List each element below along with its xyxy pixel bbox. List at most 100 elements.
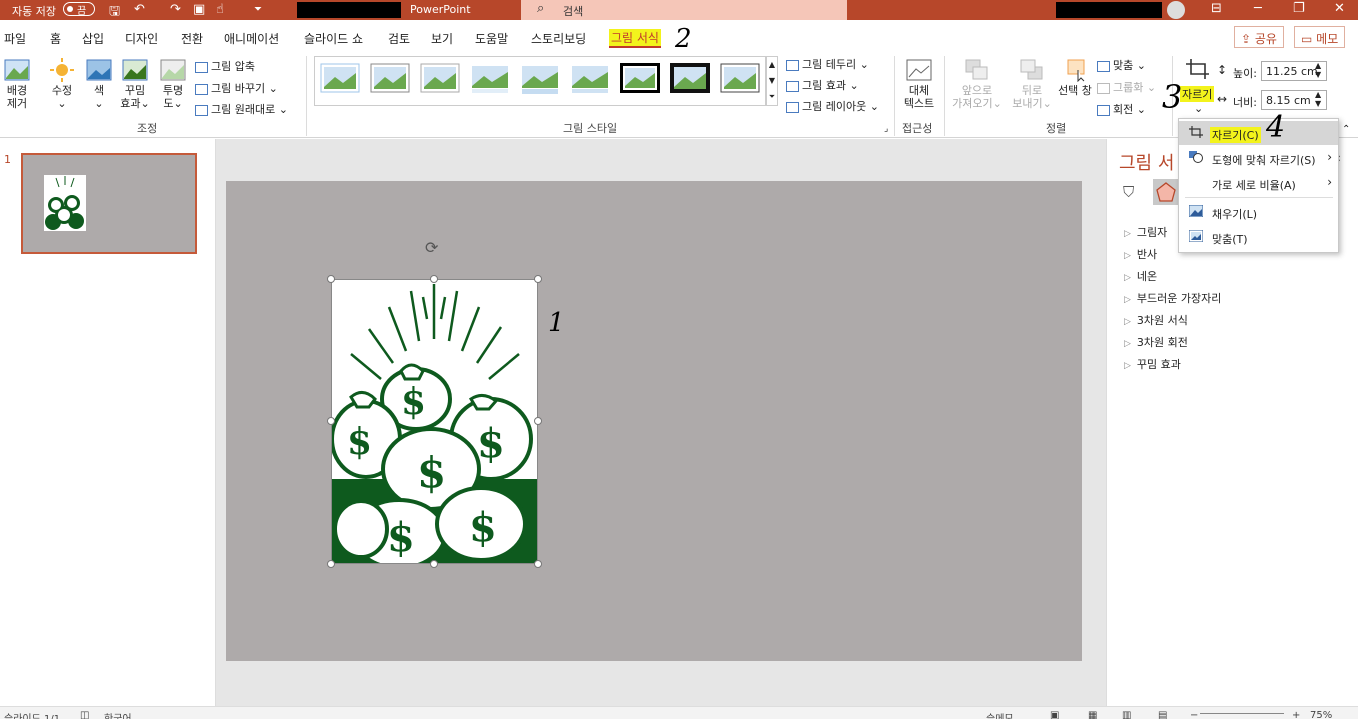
touch-mode-icon[interactable]: ☝: [216, 2, 224, 17]
accessibility-check-icon[interactable]: ◫: [80, 710, 89, 719]
rotate-button[interactable]: 회전 ⌄: [1097, 101, 1146, 117]
style-thumb-5[interactable]: [518, 60, 562, 96]
tab-view[interactable]: 보기: [431, 30, 453, 47]
menu-item-aspect-ratio[interactable]: 가로 세로 비율(A) ›: [1179, 171, 1338, 195]
menu-item-crop-to-shape[interactable]: 도형에 맞춰 자르기(S) ›: [1179, 146, 1338, 170]
format-item-artistic-effects[interactable]: ▷ 꾸밈 효과: [1124, 356, 1181, 372]
format-item-reflection[interactable]: ▷ 반사: [1124, 246, 1157, 262]
tab-animations[interactable]: 애니메이션: [224, 30, 279, 47]
width-spinner[interactable]: ▲ ▼: [1315, 90, 1321, 108]
format-item-3d-rotation[interactable]: ▷ 3차원 회전: [1124, 334, 1188, 350]
effects-tab[interactable]: [1153, 179, 1179, 205]
slideshow-view-icon[interactable]: ▤: [1158, 710, 1167, 719]
tab-transitions[interactable]: 전환: [181, 30, 203, 47]
tab-home[interactable]: 홈: [50, 30, 61, 47]
minimize-icon[interactable]: ─: [1254, 1, 1262, 16]
tab-help[interactable]: 도움말: [475, 30, 508, 47]
presentation-icon[interactable]: ▣: [193, 2, 205, 17]
ribbon-display-icon[interactable]: ⊟: [1211, 1, 1222, 16]
tab-file[interactable]: 파일: [4, 30, 26, 47]
money-bags-picture[interactable]: $ $ $ $ $ $: [331, 279, 538, 564]
style-thumb-9[interactable]: [718, 60, 762, 96]
normal-view-icon[interactable]: ▣: [1050, 710, 1059, 719]
language-label[interactable]: 한국어: [104, 710, 132, 719]
memo-button[interactable]: ▭ 메모: [1294, 26, 1346, 48]
artistic-effects-button[interactable]: 꾸밈 효과⌄: [118, 58, 152, 110]
alt-text-button[interactable]: 대체 텍스트: [900, 58, 938, 110]
resize-handle[interactable]: [534, 275, 542, 283]
customize-qa-icon[interactable]: ⏷: [254, 4, 262, 15]
restore-icon[interactable]: ❐: [1293, 1, 1305, 16]
style-thumb-8[interactable]: [668, 60, 712, 96]
remove-background-button[interactable]: 배경 제거: [2, 58, 32, 110]
reading-view-icon[interactable]: ▥: [1122, 710, 1131, 719]
zoom-out-button[interactable]: −: [1190, 710, 1198, 719]
menu-item-crop[interactable]: 자르기(C): [1179, 121, 1338, 145]
format-item-soft-edges[interactable]: ▷ 부드러운 가장자리: [1124, 290, 1221, 306]
menu-item-fill[interactable]: 채우기(L): [1179, 200, 1338, 224]
gallery-scroll[interactable]: ▲ ▼ ⏷: [766, 56, 778, 106]
sun-icon: [50, 58, 74, 82]
resize-handle[interactable]: [327, 275, 335, 283]
resize-handle[interactable]: [327, 560, 335, 568]
group-arrange-label: 정렬: [1046, 122, 1067, 135]
share-button[interactable]: ⇪ 공유: [1234, 26, 1284, 48]
resize-handle[interactable]: [327, 417, 335, 425]
send-backward-button[interactable]: 뒤로 보내기⌄: [1010, 58, 1054, 110]
selection-pane-button[interactable]: 선택 창: [1056, 58, 1094, 97]
format-item-label: 3차원 회전: [1136, 336, 1188, 349]
picture-effects-button[interactable]: 그림 효과 ⌄: [786, 77, 859, 93]
slide-thumbnail[interactable]: [21, 153, 197, 254]
format-item-shadow[interactable]: ▷ 그림자: [1124, 224, 1167, 240]
format-item-3d-format[interactable]: ▷ 3차원 서식: [1124, 312, 1188, 328]
resize-handle[interactable]: [430, 560, 438, 568]
group-button[interactable]: 그룹화 ⌄: [1097, 79, 1156, 95]
close-icon[interactable]: ✕: [1334, 1, 1345, 16]
tab-storyboarding[interactable]: 스토리보딩: [531, 30, 586, 47]
redo-icon[interactable]: ↷: [170, 2, 181, 17]
crop-dropdown-arrow[interactable]: ⌄: [1194, 102, 1203, 115]
tab-review[interactable]: 검토: [388, 30, 410, 47]
resize-handle[interactable]: [430, 275, 438, 283]
tab-slideshow[interactable]: 슬라이드 쇼: [304, 30, 363, 47]
picture-border-button[interactable]: 그림 테두리 ⌄: [786, 56, 869, 72]
menu-item-fit[interactable]: 맞춤(T): [1179, 225, 1338, 249]
corrections-button[interactable]: 수정 ⌄: [46, 58, 78, 110]
style-thumb-2[interactable]: [368, 60, 412, 96]
tab-design[interactable]: 디자인: [125, 30, 158, 47]
tab-insert[interactable]: 삽입: [82, 30, 104, 47]
style-thumb-3[interactable]: [418, 60, 462, 96]
bring-forward-button[interactable]: 앞으로 가져오기⌄: [952, 58, 1002, 110]
transparency-button[interactable]: 투명 도⌄: [158, 58, 188, 110]
change-picture-button[interactable]: 그림 바꾸기 ⌄: [195, 80, 278, 96]
height-spinner[interactable]: ▲ ▼: [1315, 61, 1321, 79]
reset-picture-button[interactable]: 그림 원래대로 ⌄: [195, 101, 288, 117]
style-thumb-6[interactable]: [568, 60, 612, 96]
zoom-slider[interactable]: [1200, 713, 1284, 714]
crop-button[interactable]: 자르기 ⌄: [1178, 56, 1218, 118]
resize-handle[interactable]: [534, 560, 542, 568]
fill-line-icon[interactable]: ⛉: [1123, 183, 1134, 201]
corrections-label: 수정: [51, 84, 73, 97]
collapse-ribbon-icon[interactable]: ⌃: [1342, 124, 1350, 135]
slide-sorter-icon[interactable]: ▦: [1088, 710, 1097, 719]
rotate-handle-icon[interactable]: ⟳: [425, 238, 438, 257]
notes-button[interactable]: 슬메모: [986, 710, 1014, 719]
search-box[interactable]: ⌕ 검색: [521, 0, 847, 20]
compress-pictures-button[interactable]: 그림 압축: [195, 58, 255, 74]
align-button[interactable]: 맞춤 ⌄: [1097, 57, 1146, 73]
style-thumb-4[interactable]: [468, 60, 512, 96]
tab-picture-format[interactable]: 그림 서식: [609, 29, 661, 48]
autosave-toggle[interactable]: 끔: [63, 2, 95, 17]
avatar[interactable]: [1167, 1, 1185, 19]
resize-handle[interactable]: [534, 417, 542, 425]
dialog-launcher-icon[interactable]: ⌟: [884, 124, 888, 134]
style-thumb-7[interactable]: [618, 60, 662, 96]
color-button[interactable]: 색 ⌄: [84, 58, 114, 110]
picture-layout-button[interactable]: 그림 레이아웃 ⌄: [786, 98, 879, 114]
zoom-in-button[interactable]: +: [1292, 710, 1300, 719]
undo-icon[interactable]: ↶: [134, 2, 145, 17]
format-item-glow[interactable]: ▷ 네온: [1124, 268, 1157, 284]
zoom-level[interactable]: 75%: [1310, 710, 1332, 719]
style-thumb-1[interactable]: [318, 60, 362, 96]
